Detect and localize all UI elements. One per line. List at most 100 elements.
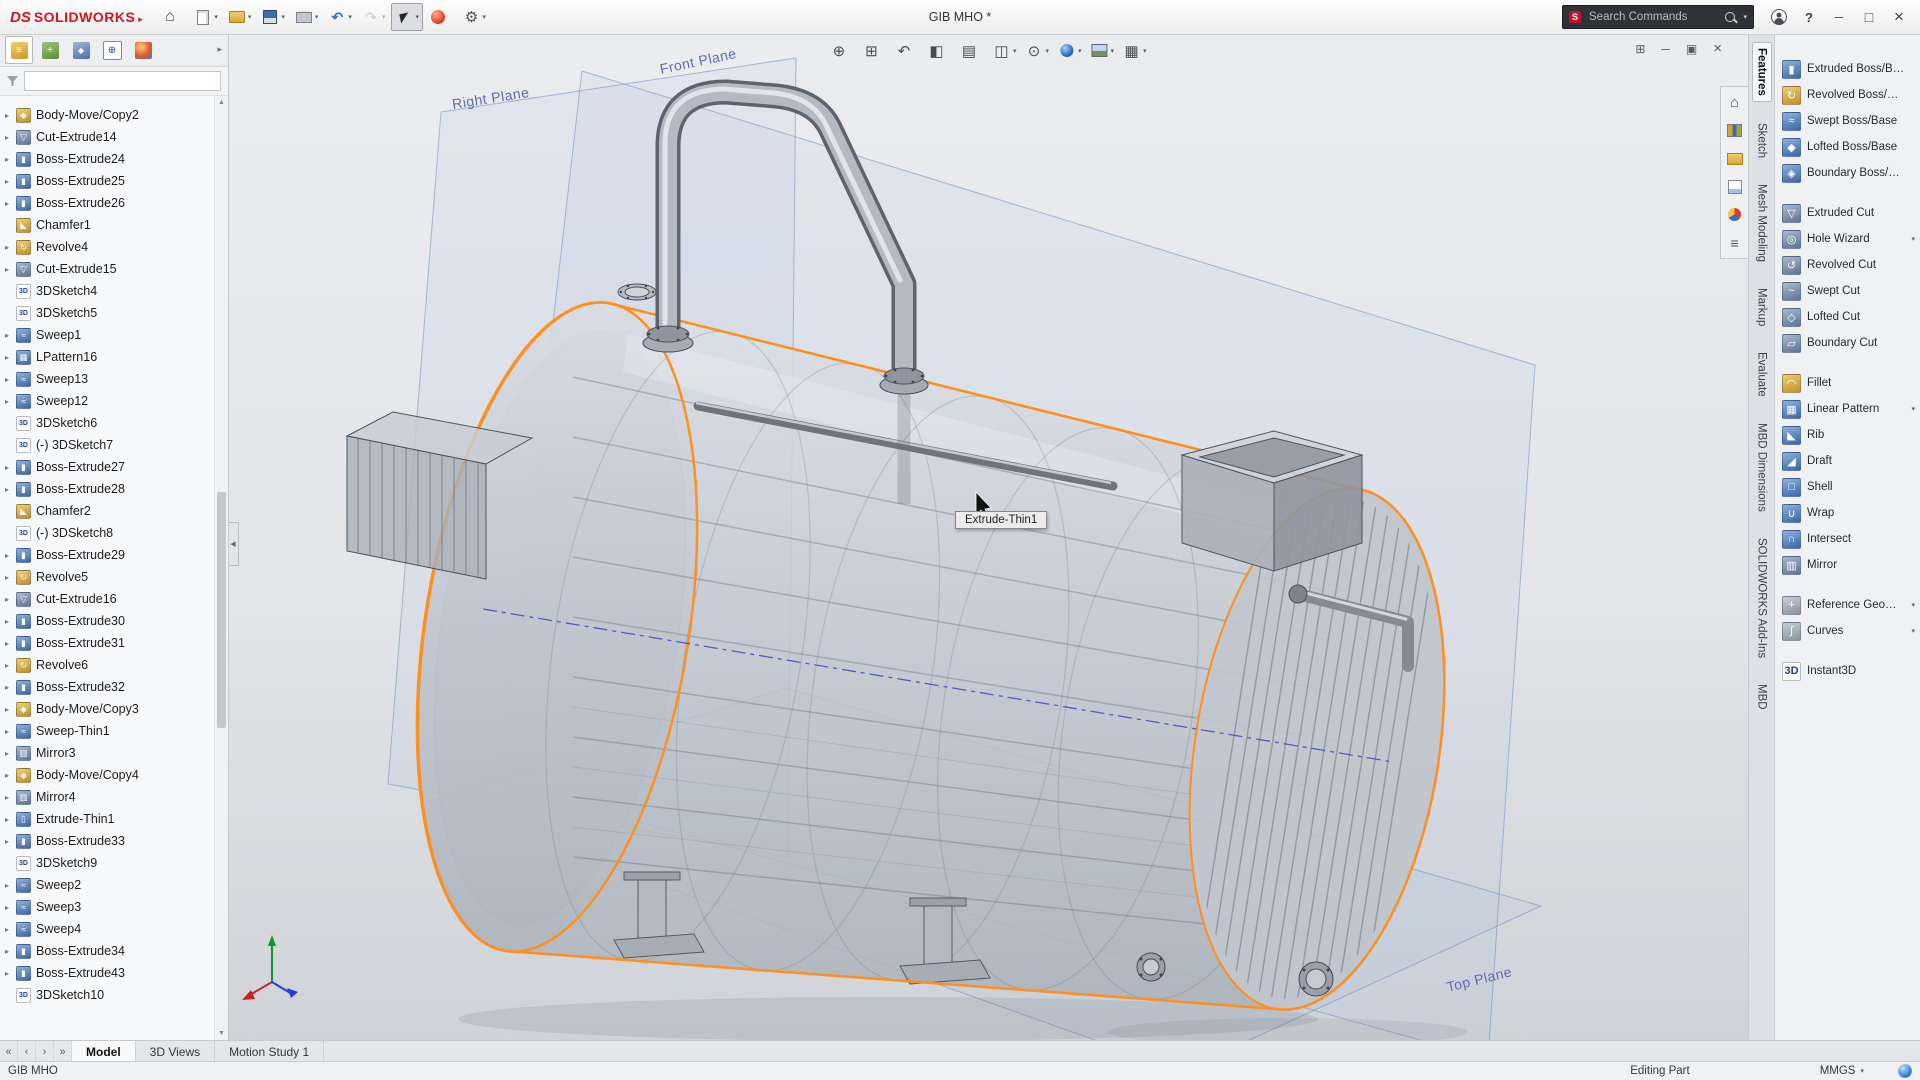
manager-tab[interactable] [5,36,33,64]
view-tool-button[interactable]: ▾ [828,40,855,61]
feature-command[interactable]: Intersect ▾ [1775,526,1920,552]
view-tool-button[interactable]: ▾ [991,40,1018,61]
expand-arrow-icon[interactable]: ▸ [5,243,16,252]
dropdown-caret-icon[interactable]: ▾ [315,13,319,21]
document-tab[interactable]: Model [72,1041,136,1062]
expand-arrow-icon[interactable]: ▸ [5,397,16,406]
commandmanager-tab[interactable]: Features [1752,42,1772,102]
tree-item[interactable]: ▸ 3DSketch5 [0,302,215,324]
feature-command[interactable]: Swept Cut ▾ [1775,278,1920,304]
document-tab[interactable]: Motion Study 1 [215,1041,324,1062]
expand-arrow-icon[interactable]: ▸ [5,903,16,912]
commandmanager-tab[interactable]: MBD [1753,679,1771,715]
expand-arrow-icon[interactable]: ▸ [5,199,16,208]
expand-arrow-icon[interactable]: ▸ [5,617,16,626]
3d-viewport[interactable]: Front Plane Right Plane Top Plane [228,34,1748,1040]
expand-arrow-icon[interactable]: ▸ [5,595,16,604]
feature-command[interactable]: Draft ▾ [1775,448,1920,474]
feature-command[interactable]: Reference Geome... ▾ [1775,592,1920,618]
expand-arrow-icon[interactable]: ▸ [5,463,16,472]
expand-arrow-icon[interactable]: ▸ [5,485,16,494]
expand-arrow-icon[interactable]: ▸ [5,969,16,978]
view-tool-button[interactable]: ▾ [861,40,888,61]
dropdown-caret-icon[interactable]: ▾ [382,13,386,21]
tree-scrollbar[interactable]: ▲ ▼ [214,96,228,1040]
feature-command[interactable]: Wrap ▾ [1775,500,1920,526]
feature-command[interactable]: Rib ▾ [1775,422,1920,448]
task-pane-button[interactable] [1723,91,1746,114]
toolbar-button[interactable]: ▾ [458,3,490,31]
feature-command[interactable]: Mirror ▾ [1775,552,1920,578]
tree-item[interactable]: ▸ Revolve5 [0,566,215,588]
dropdown-caret-icon[interactable]: ▾ [1078,47,1082,55]
tree-item[interactable]: ▸ 3DSketch4 [0,280,215,302]
tree-item[interactable]: ▸ Boss-Extrude24 [0,148,215,170]
tree-item[interactable]: ▸ LPattern16 [0,346,215,368]
feature-command[interactable]: Revolved Boss/Base ▾ [1775,82,1920,108]
feature-command[interactable]: Instant3D ▾ [1775,658,1920,684]
expand-panel-icon[interactable]: ▸ [213,44,226,55]
expand-arrow-icon[interactable]: ▸ [5,133,16,142]
sign-in-icon[interactable] [1764,3,1794,31]
manager-tab[interactable] [129,36,157,64]
tree-item[interactable]: ▸ Cut-Extrude14 [0,126,215,148]
dropdown-caret-icon[interactable]: ▾ [248,13,252,21]
minimize-doc-icon[interactable] [1661,40,1670,57]
tree-item[interactable]: ▸ 3DSketch9 [0,852,215,874]
tree-filter-input[interactable] [24,71,221,91]
expand-arrow-icon[interactable]: ▸ [5,265,16,274]
restore-doc-icon[interactable] [1686,40,1697,57]
feature-command[interactable]: Shell ▾ [1775,474,1920,500]
expand-arrow-icon[interactable]: ▸ [5,573,16,582]
minimize-window-icon[interactable] [1824,3,1854,31]
expand-arrow-icon[interactable]: ▸ [5,837,16,846]
expand-arrow-icon[interactable]: ▸ [5,331,16,340]
tree-item[interactable]: ▸ Sweep2 [0,874,215,896]
expand-arrow-icon[interactable]: ▸ [5,551,16,560]
expand-arrow-icon[interactable]: ▸ [5,749,16,758]
flyout-caret-icon[interactable]: ▾ [1911,601,1915,609]
toolbar-button[interactable]: ▾ [190,3,222,31]
tree-item[interactable]: ▸ Sweep4 [0,918,215,940]
feature-command[interactable]: Curves ▾ [1775,618,1920,644]
dropdown-caret-icon[interactable]: ▾ [415,13,419,21]
expand-arrow-icon[interactable]: ▸ [5,881,16,890]
expand-arrow-icon[interactable]: ▸ [5,771,16,780]
tree-item[interactable]: ▸ Cut-Extrude16 [0,588,215,610]
feature-command[interactable]: Extruded Cut ▾ [1775,200,1920,226]
feature-command[interactable]: Swept Boss/Base ▾ [1775,108,1920,134]
tree-item[interactable]: ▸ Sweep3 [0,896,215,918]
tree-item[interactable]: ▸ Sweep1 [0,324,215,346]
toolbar-button[interactable]: ▾ [425,3,457,31]
toolbar-button[interactable]: ▾ [157,3,189,31]
tree-item[interactable]: ▸ Sweep13 [0,368,215,390]
commandmanager-tab[interactable]: Evaluate [1753,347,1771,402]
tree-item[interactable]: ▸ Body-Move/Copy2 [0,104,215,126]
expand-arrow-icon[interactable]: ▸ [5,155,16,164]
expand-arrow-icon[interactable]: ▸ [5,111,16,120]
tile-window-icon[interactable] [1635,40,1645,57]
dropdown-caret-icon[interactable]: ▾ [482,13,486,21]
commandmanager-tab[interactable]: SOLIDWORKS Add-Ins [1753,533,1771,663]
expand-arrow-icon[interactable]: ▸ [5,947,16,956]
panel-splitter-handle[interactable]: ◀ [228,522,239,566]
feature-command[interactable]: Linear Pattern ▾ [1775,396,1920,422]
view-tool-button[interactable]: ▾ [1024,40,1051,61]
expand-arrow-icon[interactable]: ▸ [5,705,16,714]
view-tool-button[interactable]: ▾ [1089,40,1116,61]
tree-item[interactable]: ▸ Body-Move/Copy4 [0,764,215,786]
tree-item[interactable]: ▸ Mirror3 [0,742,215,764]
tree-item[interactable]: ▸ Boss-Extrude28 [0,478,215,500]
scrollbar-thumb[interactable] [217,492,226,728]
globe-icon[interactable] [1898,1064,1912,1078]
manager-tab[interactable] [98,36,126,64]
tree-item[interactable]: ▸ Sweep-Thin1 [0,720,215,742]
dropdown-caret-icon[interactable]: ▾ [1046,47,1050,55]
feature-command[interactable]: Boundary Boss/Base ▾ [1775,160,1920,186]
search-input[interactable] [1587,10,1719,24]
prev-tab-icon[interactable] [18,1041,36,1062]
feature-command[interactable]: Revolved Cut ▾ [1775,252,1920,278]
flyout-caret-icon[interactable]: ▾ [1911,405,1915,413]
commandmanager-tab[interactable]: MBD Dimensions [1753,418,1771,517]
tree-item[interactable]: ▸ Revolve4 [0,236,215,258]
